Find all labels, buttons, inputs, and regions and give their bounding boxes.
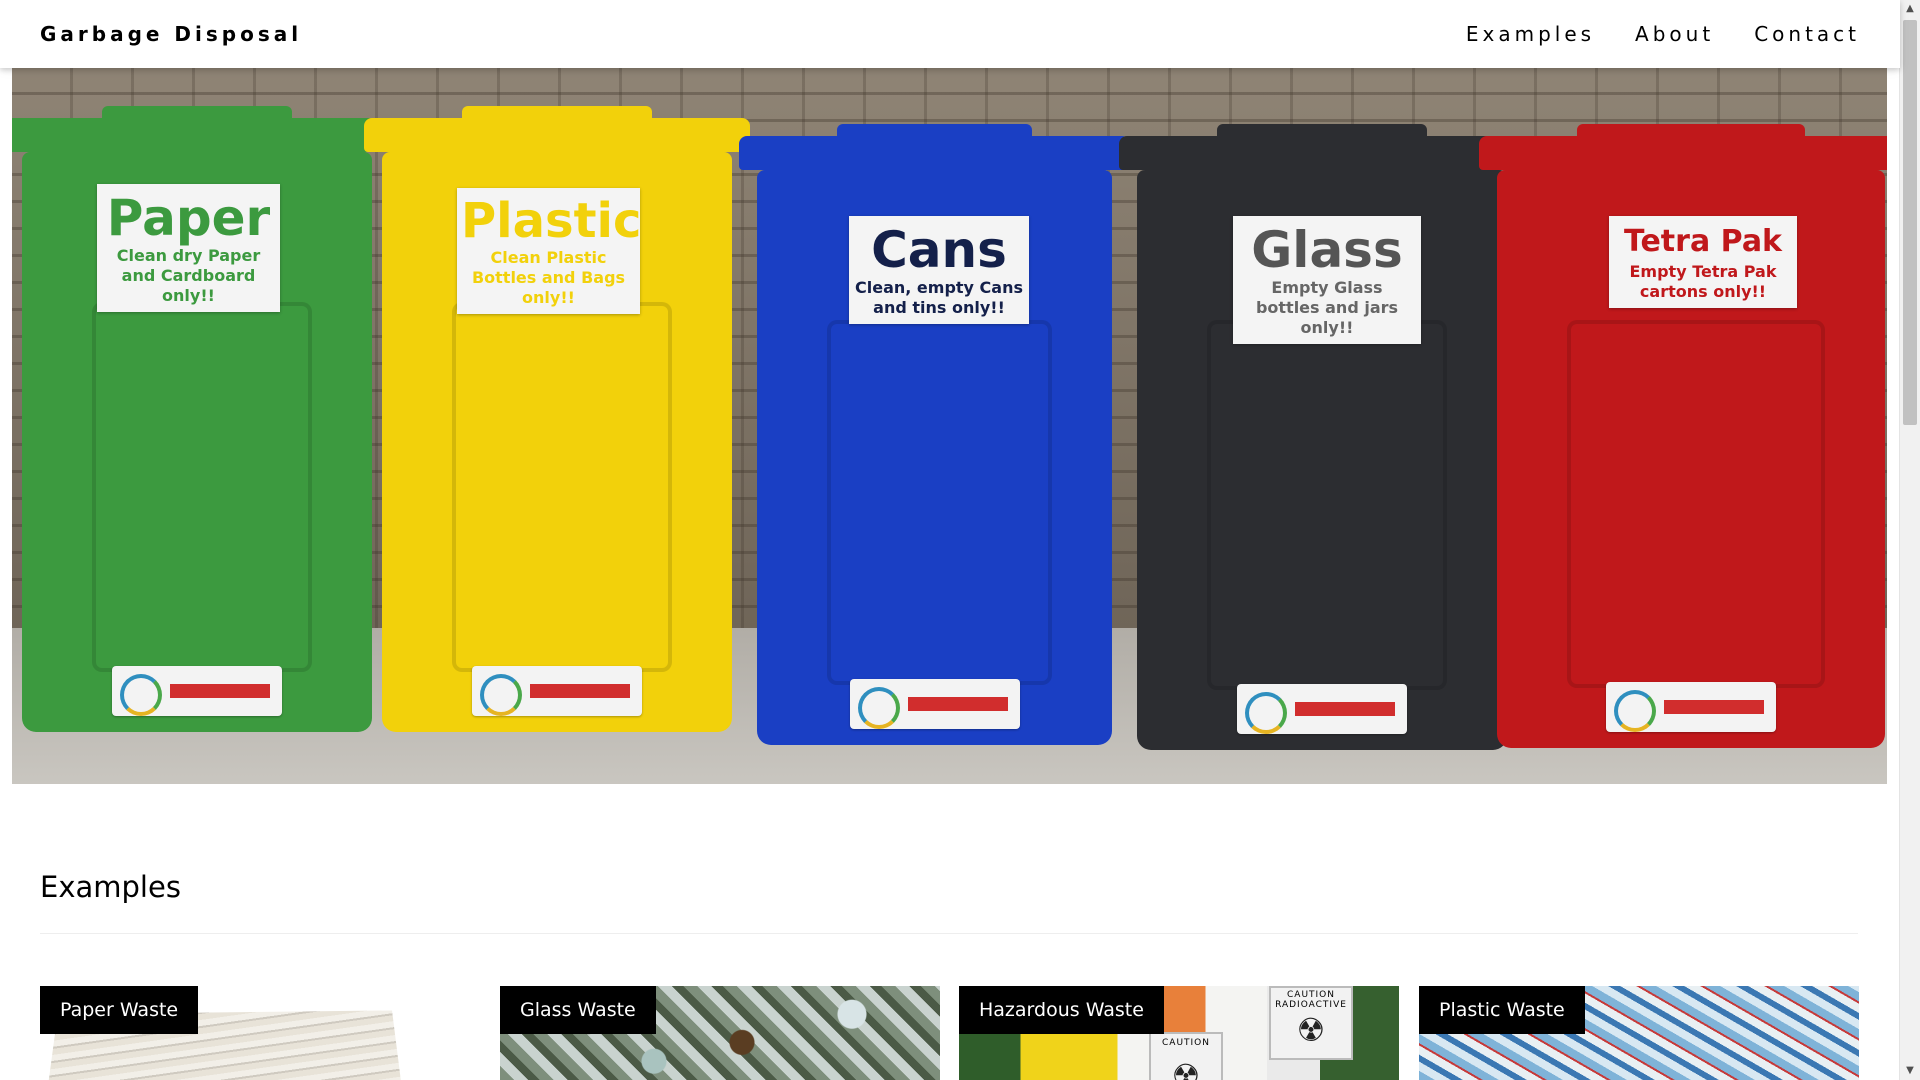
section-divider: [40, 933, 1858, 934]
card-tag-hazardous: Hazardous Waste: [959, 986, 1164, 1034]
bin-lid: [364, 118, 750, 152]
badge-caption: CAUTION: [1162, 1038, 1210, 1048]
bin-label-title: Cans: [871, 221, 1007, 279]
example-card-hazardous[interactable]: CAUTION CAUTION RADIOACTIVE Hazardous Wa…: [959, 986, 1399, 1080]
bin-label: Tetra Pak Empty Tetra Pak cartons only!!: [1609, 216, 1797, 308]
bin-label: Plastic Clean Plastic Bottles and Bags o…: [457, 188, 642, 314]
radioactive-badge-icon: CAUTION: [1149, 1032, 1223, 1080]
bin-label: Cans Clean, empty Cans and tins only!!: [849, 216, 1029, 324]
nav-link-examples[interactable]: Examples: [1446, 0, 1615, 68]
example-card-paper[interactable]: Paper Waste: [40, 986, 480, 1080]
bin-label-text: Clean Plastic Bottles and Bags only!!: [471, 248, 626, 307]
nav-link-about[interactable]: About: [1615, 0, 1734, 68]
brand-logo[interactable]: Garbage Disposal: [40, 0, 302, 68]
bin-label-text: Empty Glass bottles and jars only!!: [1255, 278, 1399, 337]
bin-label-text: Clean dry Paper and Cardboard only!!: [116, 246, 261, 305]
vertical-scrollbar[interactable]: ▲ ▼: [1899, 0, 1920, 1080]
scroll-up-icon[interactable]: ▲: [1905, 4, 1915, 14]
nav-link-contact[interactable]: Contact: [1734, 0, 1860, 68]
bin-cans: Cans Clean, empty Cans and tins only!!: [739, 124, 1130, 745]
bin-plastic: Plastic Clean Plastic Bottles and Bags o…: [364, 106, 750, 732]
badge-caption: CAUTION RADIOACTIVE: [1275, 990, 1347, 1010]
scroll-down-icon[interactable]: ▼: [1905, 1066, 1915, 1076]
bin-label: Glass Empty Glass bottles and jars only!…: [1233, 216, 1421, 344]
example-card-plastic[interactable]: Plastic Waste: [1419, 986, 1859, 1080]
bin-label-text: Clean, empty Cans and tins only!!: [855, 278, 1023, 317]
bin-lid-handle: [1217, 124, 1427, 140]
example-card-glass[interactable]: Glass Waste: [500, 986, 940, 1080]
bin-panel: [827, 320, 1052, 685]
bin-lid: [1119, 136, 1525, 170]
bin-panel: [92, 302, 312, 672]
card-tag-plastic: Plastic Waste: [1419, 986, 1585, 1034]
bin-label-text: Empty Tetra Pak cartons only!!: [1629, 262, 1777, 301]
bin-panel: [1207, 320, 1447, 690]
bin-panel: [452, 302, 672, 672]
card-tag-paper: Paper Waste: [40, 986, 199, 1034]
bin-sticker: [1606, 682, 1776, 732]
bin-lid-handle: [102, 106, 292, 122]
bin-lid-handle: [1577, 124, 1805, 140]
bin-lid-handle: [837, 124, 1032, 140]
bin-label: Paper Clean dry Paper and Cardboard only…: [97, 184, 280, 312]
bin-sticker: [472, 666, 642, 716]
section-title-examples: Examples: [40, 870, 181, 904]
nav-links: Examples About Contact: [1446, 0, 1860, 68]
bin-sticker: [849, 679, 1020, 729]
bin-label-title: Glass: [1251, 221, 1403, 279]
card-tag-glass: Glass Waste: [500, 986, 656, 1034]
bin-glass: Glass Empty Glass bottles and jars only!…: [1119, 124, 1525, 750]
bin-panel: [1567, 320, 1825, 688]
bin-label-title: Plastic: [461, 193, 642, 249]
bin-lid: [12, 118, 390, 152]
bin-label-title: Tetra Pak: [1623, 224, 1783, 259]
hero-image: Paper Clean dry Paper and Cardboard only…: [12, 68, 1887, 784]
bin-sticker: [112, 666, 282, 716]
bin-lid: [739, 136, 1130, 170]
bin-lid: [1479, 136, 1887, 170]
radioactive-badge-icon: CAUTION RADIOACTIVE: [1269, 986, 1353, 1060]
bin-paper: Paper Clean dry Paper and Cardboard only…: [12, 106, 390, 732]
top-navbar: Garbage Disposal Examples About Contact: [0, 0, 1900, 68]
bin-label-title: Paper: [106, 189, 271, 247]
bin-lid-handle: [462, 106, 652, 122]
bin-tetra-pak: Tetra Pak Empty Tetra Pak cartons only!!: [1479, 124, 1887, 748]
scroll-thumb[interactable]: [1903, 20, 1917, 425]
bin-sticker: [1237, 684, 1407, 734]
